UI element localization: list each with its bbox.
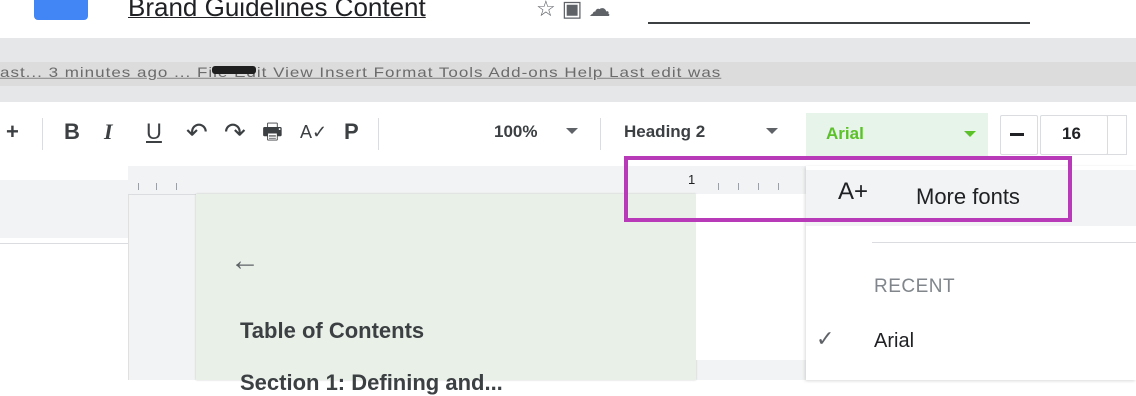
toolbar-separator [378,118,379,150]
underline-button[interactable]: U [146,118,162,146]
ruler-tick [176,183,177,190]
minus-icon[interactable] [1010,133,1024,136]
move-to-folder-icon[interactable]: ▣ [562,0,589,21]
toolbar-separator [42,118,43,150]
zoom-chevron-down-icon[interactable] [566,128,578,134]
title-actions[interactable]: ☆▣☁ [536,0,617,22]
cloud-status-icon[interactable]: ☁ [589,0,617,21]
paint-format-icon[interactable]: P [344,118,359,146]
font-size-value[interactable]: 16 [1062,124,1081,144]
menu-redaction [212,66,256,74]
spellcheck-icon[interactable]: A✓ [300,118,327,146]
increase-font-size-button[interactable] [1106,115,1127,155]
style-chevron-down-icon[interactable] [766,128,778,134]
print-icon[interactable]: 🖶 [262,118,283,146]
star-icon[interactable]: ☆ [536,0,562,21]
toolbar-separator [600,118,601,150]
ruler-tick [156,183,157,190]
font-option-arial[interactable]: Arial [874,330,914,353]
check-icon: ✓ [816,326,835,351]
menu-bar-text[interactable]: ast... 3 minutes ago ... File Edit View … [0,65,721,81]
add-button[interactable]: + [6,118,19,146]
font-chevron-down-icon[interactable] [964,131,976,137]
recent-fonts-header: RECENT [874,276,956,297]
toc-title: Table of Contents [240,318,425,343]
style-select[interactable]: Heading 2 [624,122,705,142]
zoom-select[interactable]: 100% [494,122,537,142]
back-arrow-icon[interactable]: ← [230,244,260,278]
bold-button[interactable]: B [64,118,80,146]
title-divider [648,22,1030,24]
outline-panel-header [0,180,128,238]
menu-divider [872,242,1136,243]
undo-icon[interactable]: ↶ [186,118,208,146]
docs-logo-icon[interactable] [34,0,88,20]
redo-icon[interactable]: ↷ [224,118,246,146]
highlight-box [624,156,1072,222]
outline-divider [0,243,128,244]
document-title[interactable]: Brand Guidelines Content [128,0,426,23]
toc-item[interactable]: Section 1: Defining and... [240,370,503,396]
font-select-value[interactable]: Arial [826,124,864,144]
ruler-tick [138,183,139,190]
table-of-contents-panel [196,194,696,380]
italic-button[interactable]: I [104,118,113,146]
